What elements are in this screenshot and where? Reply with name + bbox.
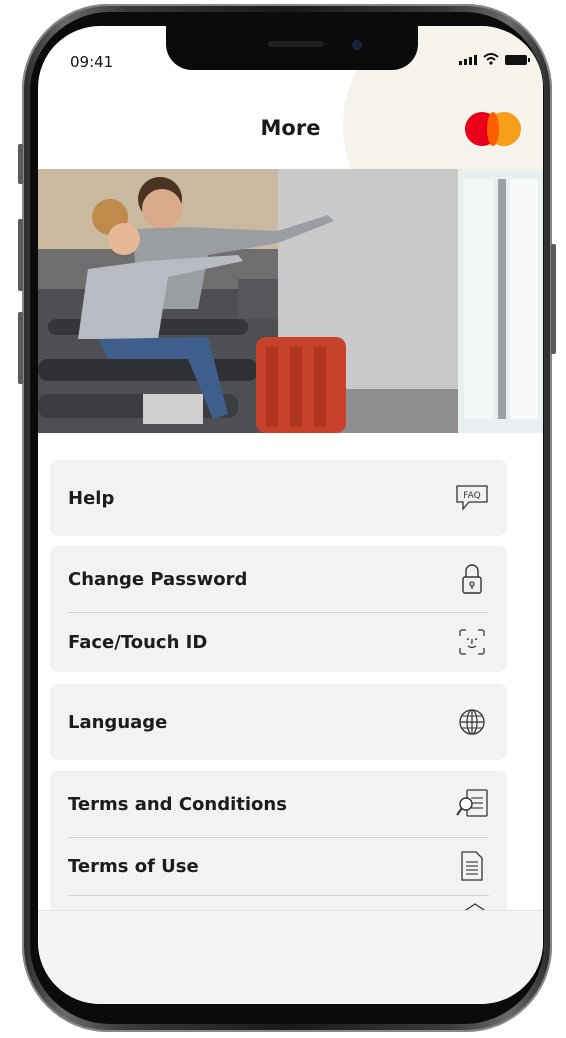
menu-label-change-password: Change Password [68, 568, 248, 590]
phone-screen: More 09:41 Help FAQ Change Password Face… [38, 26, 543, 1004]
menu-label-language: Language [68, 711, 168, 733]
language-card: Language [50, 684, 507, 760]
status-icons [459, 53, 530, 65]
front-camera [352, 40, 362, 50]
speaker-grille [268, 41, 324, 47]
menu-item-change-password[interactable]: Change Password [68, 546, 489, 612]
bottom-bar [38, 910, 543, 1004]
mute-switch [18, 144, 23, 184]
signal-icon [459, 55, 477, 65]
menu-item-face-touch-id[interactable]: Face/Touch ID [68, 612, 489, 672]
wifi-icon [483, 53, 499, 65]
face-id-icon [455, 625, 489, 659]
menu-item-terms-of-use[interactable]: Terms of Use [68, 837, 489, 895]
document-icon [455, 849, 489, 883]
document-search-icon [455, 787, 489, 821]
lock-icon [455, 562, 489, 596]
menu-label-terms-of-use: Terms of Use [68, 855, 199, 877]
header: More [38, 26, 543, 418]
faq-icon: FAQ [455, 481, 489, 515]
menu-label-help: Help [68, 487, 115, 509]
notch [166, 26, 418, 70]
menu-label-terms-and-conditions: Terms and Conditions [68, 793, 287, 815]
legal-card: Terms and Conditions Terms of Use [50, 771, 507, 921]
menu-item-language[interactable]: Language [68, 684, 489, 760]
side-button [551, 244, 556, 354]
globe-icon [455, 705, 489, 739]
menu-divider [68, 895, 489, 896]
security-card: Change Password Face/Touch ID [50, 546, 507, 672]
faq-icon-text: FAQ [463, 491, 480, 501]
family-at-airport-photo [38, 169, 543, 433]
mastercard-logo [465, 112, 523, 146]
hero-image [38, 169, 543, 433]
help-card: Help FAQ [50, 460, 507, 536]
status-time: 09:41 [70, 53, 114, 71]
volume-up-button [18, 219, 23, 291]
volume-down-button [18, 312, 23, 384]
battery-icon [505, 55, 530, 65]
menu-label-face-touch-id: Face/Touch ID [68, 631, 208, 653]
menu-item-help[interactable]: Help FAQ [68, 460, 489, 536]
menu-item-terms-and-conditions[interactable]: Terms and Conditions [68, 771, 489, 837]
